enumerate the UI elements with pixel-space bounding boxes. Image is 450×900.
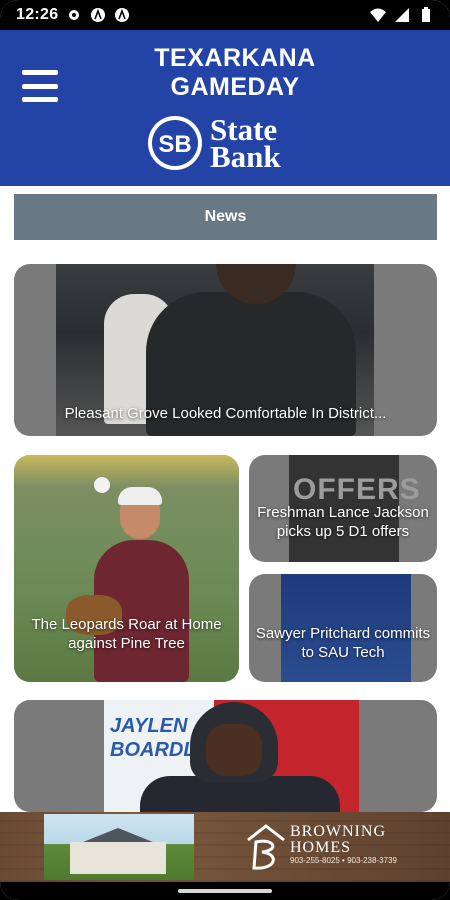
state-bank-logo-icon: SB bbox=[148, 116, 202, 170]
article-title: The Leopards Roar at Home against Pine T… bbox=[31, 616, 222, 652]
signal-icon bbox=[395, 8, 409, 22]
menu-bar bbox=[22, 70, 58, 75]
menu-bar bbox=[22, 97, 58, 102]
menu-bar bbox=[22, 83, 58, 89]
article-card[interactable]: The Leopards Roar at Home against Pine T… bbox=[14, 455, 239, 682]
status-bar: 12:26 bbox=[0, 0, 450, 30]
article-card[interactable]: OFFERS Freshman Lance Jackson picks up 5… bbox=[249, 455, 437, 562]
app-a-icon bbox=[115, 8, 130, 22]
ad-banner[interactable]: BROWNING HOMES 903-255-8025 • 903-238-37… bbox=[0, 812, 450, 882]
app-header: TEXARKANA GAMEDAY SB State Bank bbox=[0, 30, 450, 186]
wifi-icon bbox=[370, 8, 386, 22]
ad-brand-line1: BROWNING bbox=[290, 823, 386, 840]
article-image-text: OFFERS bbox=[293, 473, 421, 506]
ad-house-body bbox=[70, 842, 166, 874]
browning-homes-logo-icon bbox=[247, 824, 285, 870]
app-title-line2: GAMEDAY bbox=[170, 73, 300, 101]
app-title: TEXARKANA GAMEDAY bbox=[130, 44, 340, 102]
system-nav-bar bbox=[0, 882, 450, 900]
ad-contact: 903-255-8025 • 903-238-3739 bbox=[290, 856, 397, 865]
article-title: Freshman Lance Jackson picks up 5 D1 off… bbox=[257, 504, 429, 540]
article-title: Sawyer Pritchard commits to SAU Tech bbox=[255, 625, 431, 661]
article-card[interactable]: JAYLEN BOARDLEY bbox=[14, 700, 437, 812]
ad-brand-line2: HOMES bbox=[290, 839, 352, 856]
app-screen: 12:26 TEXARKANA GAMEDAY SB State Bank Ne… bbox=[0, 0, 450, 900]
article-card[interactable]: Pleasant Grove Looked Comfortable In Dis… bbox=[14, 264, 437, 436]
article-image-figure bbox=[206, 724, 262, 776]
sponsor-name: State Bank bbox=[210, 114, 281, 174]
battery-icon bbox=[422, 7, 430, 22]
article-image-baseball bbox=[94, 477, 110, 493]
ad-brand: BROWNING HOMES bbox=[290, 824, 386, 856]
status-right bbox=[370, 7, 434, 23]
article-card[interactable]: Sawyer Pritchard commits to SAU Tech bbox=[249, 574, 437, 682]
section-news-bar[interactable]: News bbox=[14, 194, 437, 240]
sponsor-line2: Bank bbox=[210, 139, 281, 174]
article-title: Pleasant Grove Looked Comfortable In Dis… bbox=[64, 405, 387, 422]
home-gesture-handle[interactable] bbox=[178, 889, 272, 893]
status-left: 12:26 bbox=[16, 6, 130, 24]
settings-icon bbox=[69, 10, 80, 20]
sponsor-logo[interactable]: SB State Bank bbox=[146, 113, 316, 173]
app-title-line1: TEXARKANA bbox=[154, 44, 316, 72]
app-a-icon bbox=[91, 8, 106, 22]
article-image-cap bbox=[118, 487, 162, 505]
logo-mark-text: SB bbox=[158, 131, 191, 158]
menu-button[interactable] bbox=[22, 70, 58, 102]
status-time: 12:26 bbox=[16, 6, 59, 23]
